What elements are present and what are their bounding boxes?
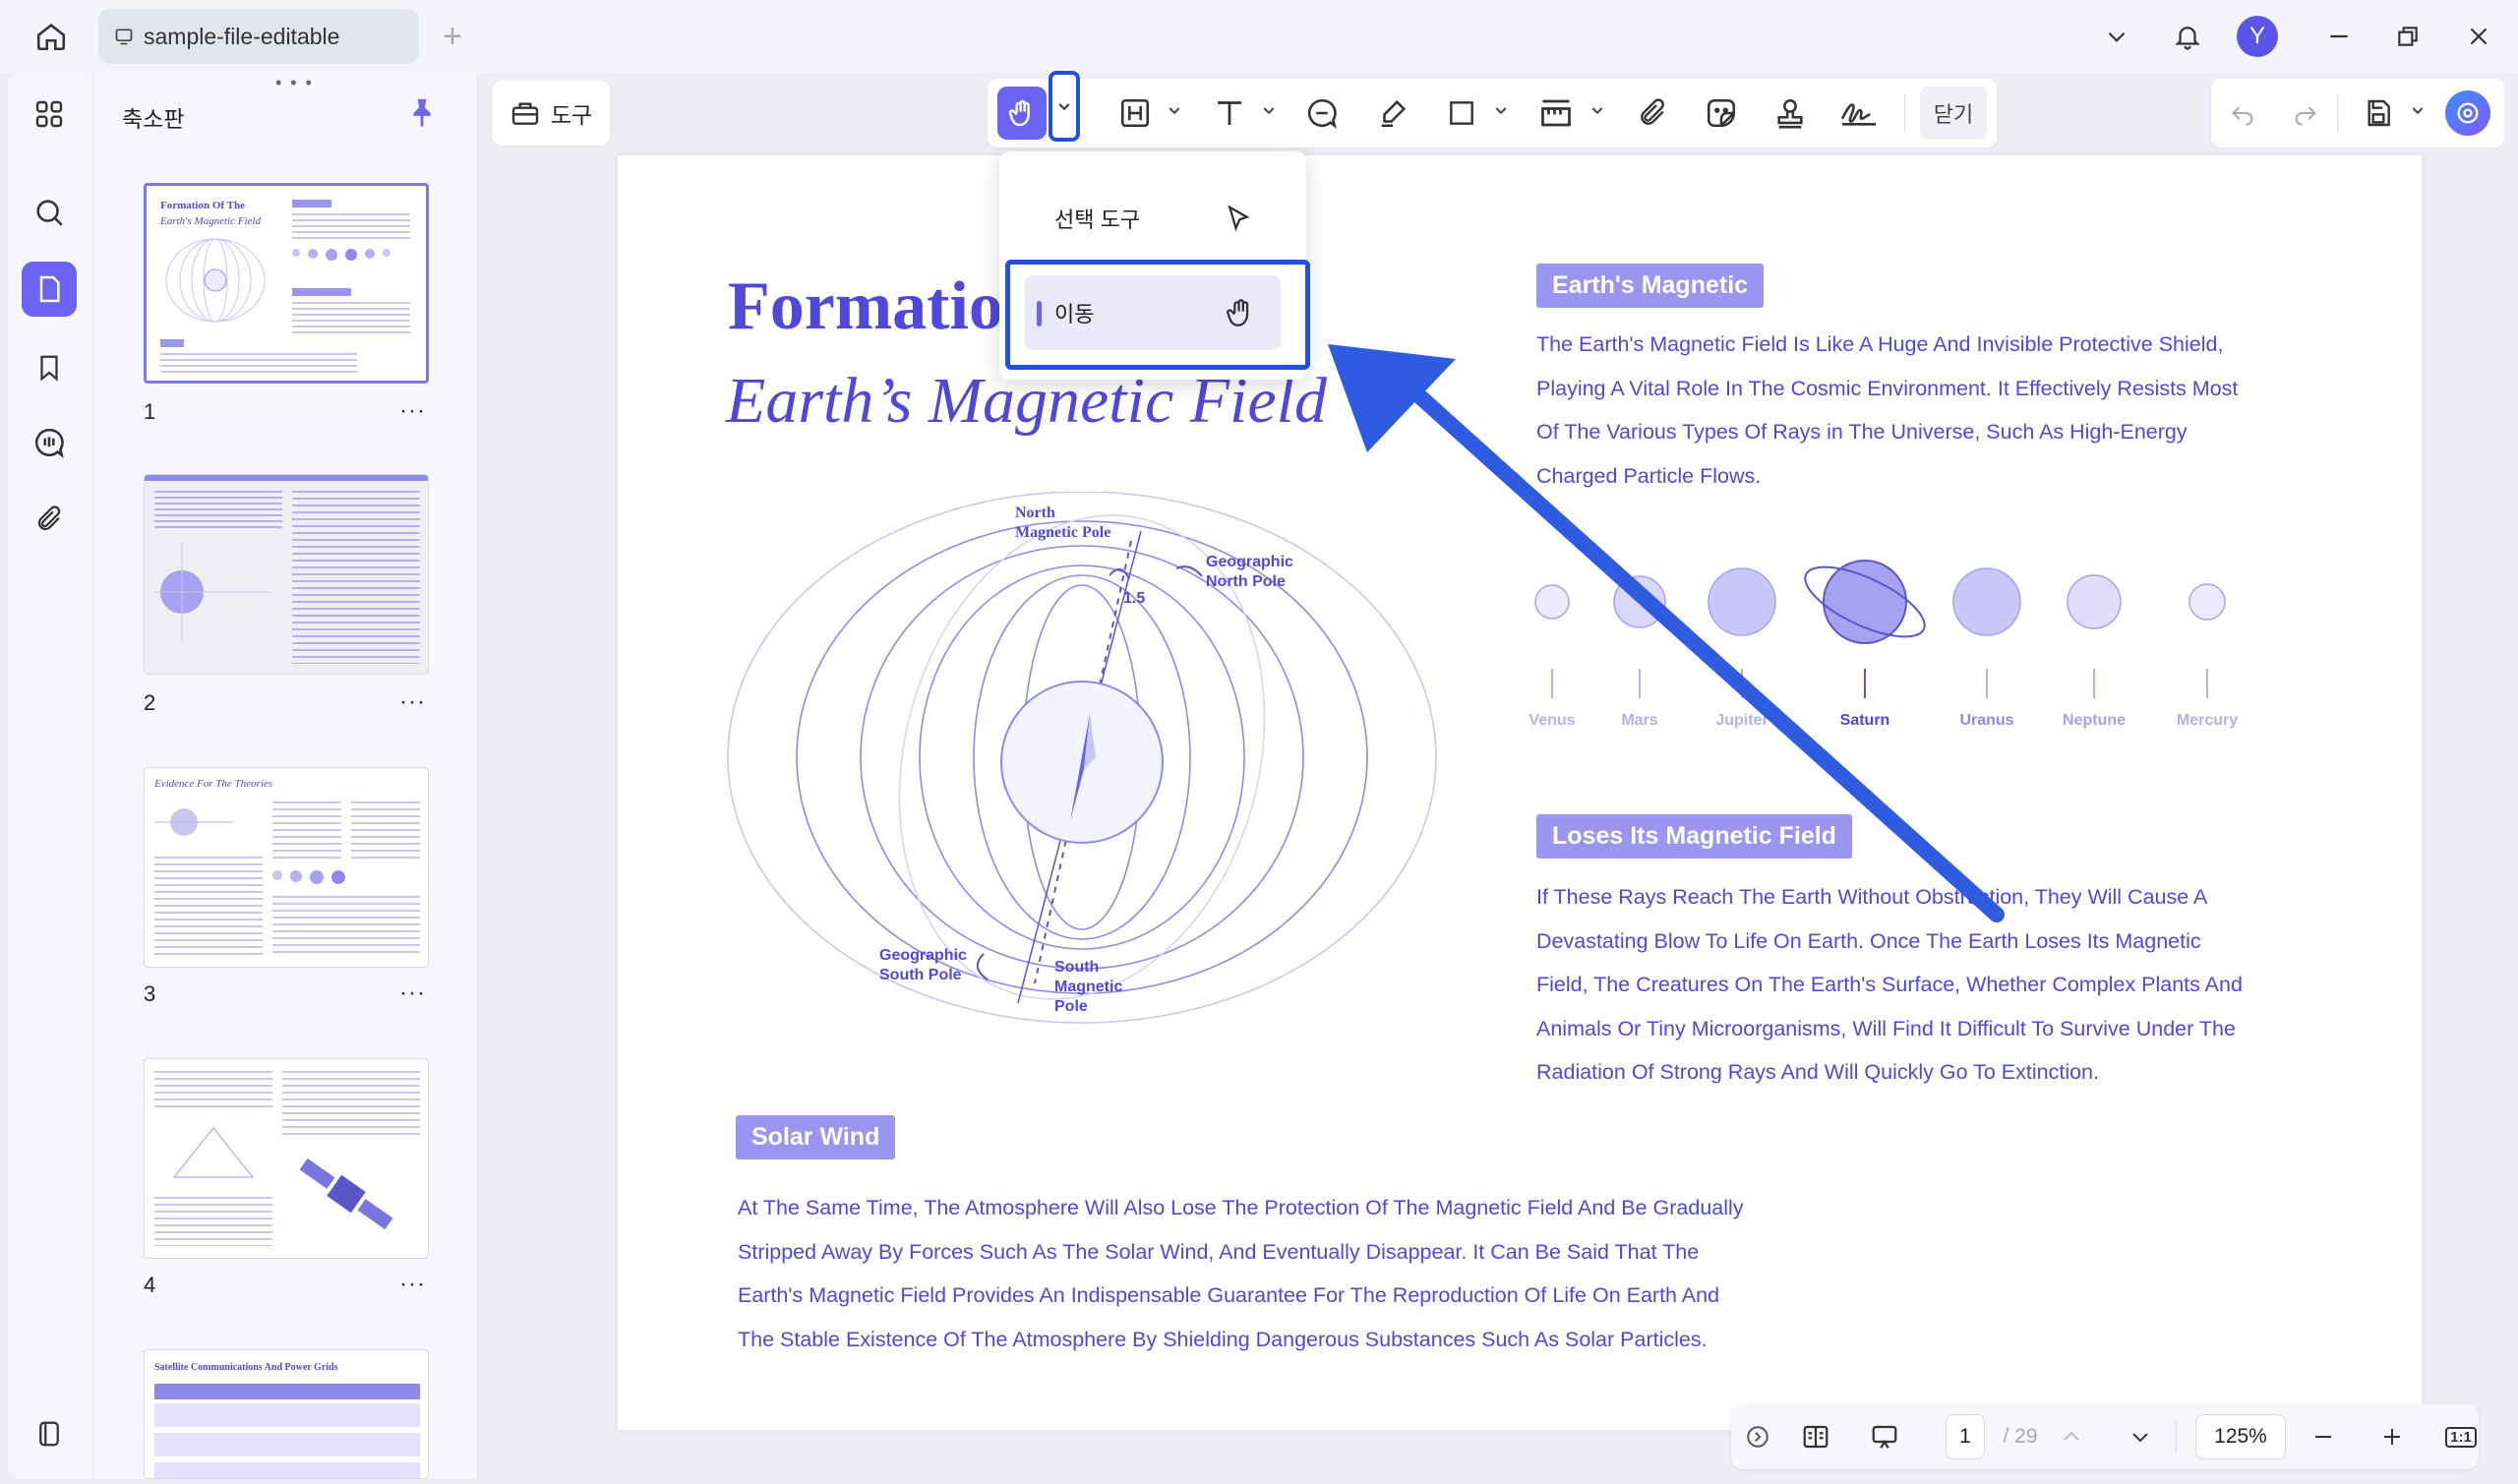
bookmark-icon[interactable] (22, 340, 77, 395)
chevron-down-icon[interactable] (1167, 102, 1182, 118)
chevron-down-icon (1058, 103, 1070, 111)
annotation-arrow (1328, 344, 2005, 922)
chevron-down-icon[interactable] (1589, 102, 1605, 118)
page-title: Formatio (728, 268, 1003, 344)
chevron-down-icon[interactable] (2410, 102, 2426, 118)
page-thumbnail-4[interactable] (144, 1058, 429, 1259)
panel-title: 축소판 (122, 106, 185, 132)
bell-icon[interactable] (2162, 11, 2213, 62)
tab-title: sample-file-editable (144, 23, 340, 49)
thumbnail-number: 4 (144, 1273, 156, 1297)
actual-size-button[interactable]: 1:1 (2443, 1410, 2479, 1463)
ai-assistant-icon[interactable] (2445, 90, 2490, 136)
planet-label: Neptune (2063, 712, 2126, 729)
zoom-in-icon[interactable] (2374, 1410, 2410, 1463)
thumbnail-more-button[interactable]: ··· (399, 397, 426, 425)
document-tab[interactable]: sample-file-editable (98, 9, 419, 64)
page-number-input[interactable]: 1 (1946, 1414, 1985, 1459)
thumbnail-number: 3 (144, 981, 156, 1006)
pin-icon[interactable] (405, 96, 439, 130)
comments-icon[interactable] (22, 415, 77, 470)
minimize-icon[interactable] (2313, 11, 2365, 62)
signature-icon[interactable] (1835, 89, 1883, 138)
layers-icon[interactable] (22, 1406, 77, 1461)
menu-item-select-tool[interactable]: 선택 도구 (1025, 181, 1277, 256)
south-magnetic-label: South Magnetic Pole (1054, 959, 1123, 1015)
chevron-down-icon[interactable] (1261, 102, 1277, 118)
page-thumbnail-2[interactable] (144, 474, 429, 675)
section-badge: Solar Wind (736, 1115, 896, 1159)
section-paragraph: At The Same Time, The Atmosphere Will Al… (738, 1196, 1744, 1351)
sticker-icon[interactable] (1698, 89, 1745, 138)
hand-tool-button[interactable] (997, 87, 1047, 140)
close-window-icon[interactable] (2453, 11, 2504, 62)
avatar[interactable]: Y (2237, 16, 2278, 57)
hand-icon (1008, 99, 1030, 127)
section-badge: Earth's Magnetic (1536, 264, 1765, 308)
undo-icon[interactable] (2219, 89, 2266, 138)
save-icon[interactable] (2355, 89, 2402, 138)
hand-tool-dropdown-toggle[interactable] (1049, 71, 1080, 142)
previous-page-icon[interactable] (2054, 1410, 2089, 1463)
presentation-icon[interactable] (1859, 1410, 1910, 1463)
toolbar-divider (2337, 94, 2338, 132)
geographic-north-label: Geographic North Pole (1206, 554, 1293, 590)
measure-icon[interactable] (1532, 89, 1580, 138)
angle-label: 1.5 (1123, 590, 1146, 607)
planet-label: Mercury (2176, 712, 2239, 729)
bottom-navigation-bar (1731, 1404, 2479, 1469)
toolbox-icon (510, 97, 541, 129)
page-thumbnail-5[interactable]: Satellite Communications And Power Grids (144, 1349, 429, 1479)
page-total: / 29 (2003, 1425, 2038, 1448)
thumbnail-more-button[interactable]: ··· (399, 1271, 426, 1298)
restore-icon[interactable] (2382, 11, 2433, 62)
page-thumbnail-1[interactable]: Formation Of The Earth's Magnetic Field (144, 183, 429, 384)
cursor-icon (1224, 204, 1253, 233)
hand-icon (1224, 296, 1257, 329)
collapse-icon[interactable] (1743, 1410, 1772, 1463)
text-icon[interactable] (1206, 89, 1253, 138)
thumbnail-more-button[interactable]: ··· (399, 979, 426, 1007)
text-box-icon[interactable] (1111, 89, 1159, 138)
panel-drag-handle[interactable]: • • • (275, 73, 314, 93)
thumbnail-number: 1 (144, 399, 156, 424)
grid-view-icon[interactable] (22, 87, 77, 142)
zoom-out-icon[interactable] (2306, 1410, 2341, 1463)
menu-item-move[interactable]: 이동 (1025, 275, 1281, 350)
toolbar-divider (1904, 94, 1905, 132)
comment-icon[interactable] (1298, 89, 1346, 138)
tools-button[interactable]: 도구 (492, 81, 610, 146)
home-icon[interactable] (26, 11, 77, 62)
rectangle-icon[interactable] (1438, 89, 1485, 138)
chevron-down-icon[interactable] (1493, 102, 1509, 118)
search-icon[interactable] (22, 185, 77, 240)
geographic-south-label: Geographic South Pole (879, 947, 967, 983)
thumbnail-more-button[interactable]: ··· (399, 688, 426, 716)
comment-icon (114, 27, 134, 46)
chevron-down-icon[interactable] (2091, 11, 2142, 62)
thumbnail-number: 2 (144, 690, 156, 715)
attachment-icon[interactable] (1629, 89, 1676, 138)
new-tab-icon[interactable]: + (427, 11, 478, 62)
stamp-icon[interactable] (1767, 89, 1814, 138)
close-toolbar-button[interactable]: 닫기 (1920, 87, 1987, 140)
highlighter-icon[interactable] (1369, 89, 1416, 138)
bar-divider (2176, 1420, 2177, 1454)
attachment-icon[interactable] (22, 492, 77, 547)
thumbnails-icon[interactable] (22, 262, 77, 317)
zoom-level-input[interactable]: 125% (2195, 1414, 2286, 1459)
page-layout-icon[interactable] (1790, 1410, 1841, 1463)
page-thumbnail-3[interactable]: Evidence For The Theories (144, 767, 429, 968)
north-magnetic-label: North Magnetic Pole (1015, 505, 1111, 541)
redo-icon[interactable] (2282, 89, 2329, 138)
next-page-icon[interactable] (2123, 1410, 2158, 1463)
